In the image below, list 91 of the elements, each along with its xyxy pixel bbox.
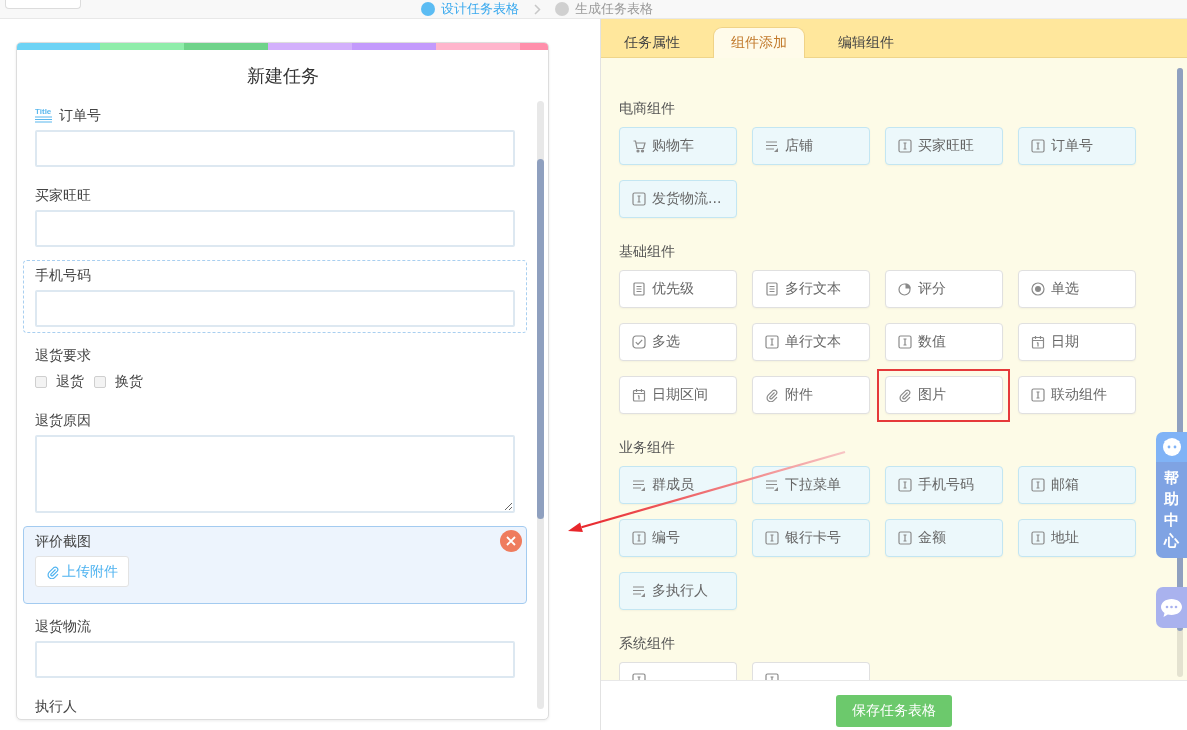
component-button[interactable]: 下拉菜单 (752, 466, 870, 504)
field-label: 买家旺旺 (35, 186, 91, 205)
close-icon[interactable] (500, 530, 522, 552)
text-field-icon (765, 673, 779, 680)
checkbox-label[interactable]: 退货 (56, 373, 84, 391)
component-button[interactable]: 多选 (619, 323, 737, 361)
text-field-icon (898, 335, 912, 349)
list-icon (632, 584, 646, 598)
toolbar-button[interactable] (5, 0, 81, 9)
component-button[interactable] (619, 662, 737, 680)
component-button[interactable]: 编号 (619, 519, 737, 557)
component-button[interactable]: 发货物流... (619, 180, 737, 218)
text-field-icon (1031, 478, 1045, 492)
text-input[interactable] (35, 641, 515, 678)
section-title: 业务组件 (619, 438, 675, 457)
component-button[interactable]: 评分 (885, 270, 1003, 308)
component-button[interactable]: 图片 (885, 376, 1003, 414)
form-field[interactable]: 手机号码 (23, 260, 527, 333)
textarea-input[interactable] (35, 435, 515, 513)
field-label: 评价截图 (35, 532, 91, 551)
component-button[interactable]: 日期 (1018, 323, 1136, 361)
component-button[interactable]: 多行文本 (752, 270, 870, 308)
list-icon (632, 478, 646, 492)
checkbox-icon (632, 335, 646, 349)
checkbox-label[interactable]: 换货 (115, 373, 143, 391)
component-button[interactable]: 手机号码 (885, 466, 1003, 504)
section-title: 系统组件 (619, 634, 675, 653)
text-field-icon (1031, 388, 1045, 402)
chat-button[interactable] (1156, 587, 1187, 628)
field-label: 退货要求 (35, 346, 91, 365)
checkbox[interactable] (94, 376, 106, 388)
section-title: 基础组件 (619, 242, 675, 261)
list-icon (765, 478, 779, 492)
paperclip-icon (898, 388, 912, 402)
text-field-icon (898, 139, 912, 153)
component-button[interactable]: 店铺 (752, 127, 870, 165)
robot-icon[interactable] (1156, 432, 1187, 462)
tab[interactable]: 组件添加 (713, 27, 805, 58)
text-input[interactable] (35, 130, 515, 167)
text-field-icon (898, 531, 912, 545)
field-label: 执行人 (35, 697, 77, 716)
component-button[interactable]: 数值 (885, 323, 1003, 361)
calendar-icon (632, 388, 646, 402)
text-field-icon (632, 192, 646, 206)
field-label: 订单号 (59, 106, 101, 125)
section-title: 电商组件 (619, 99, 675, 118)
text-field-icon (1031, 531, 1045, 545)
field-label: 退货物流 (35, 617, 91, 636)
document-icon (765, 282, 779, 296)
tab[interactable]: 编辑组件 (820, 27, 912, 58)
component-button[interactable]: 多执行人 (619, 572, 737, 610)
component-button[interactable]: 群成员 (619, 466, 737, 504)
component-button[interactable]: 单选 (1018, 270, 1136, 308)
list-icon (765, 139, 779, 153)
component-button[interactable]: 地址 (1018, 519, 1136, 557)
text-field-icon (632, 531, 646, 545)
chevron-icon (534, 3, 541, 15)
text-input[interactable] (35, 290, 515, 327)
form-field[interactable]: 评价截图 上传附件 (23, 526, 527, 604)
component-button[interactable]: 日期区间 (619, 376, 737, 414)
cart-icon (632, 139, 646, 153)
text-field-icon (765, 531, 779, 545)
form-title: 新建任务 (245, 64, 320, 88)
calendar-icon (1031, 335, 1045, 349)
component-button[interactable] (752, 662, 870, 680)
document-icon (632, 282, 646, 296)
component-button[interactable]: 附件 (752, 376, 870, 414)
component-button[interactable]: 买家旺旺 (885, 127, 1003, 165)
text-field-icon (898, 478, 912, 492)
component-button[interactable]: 联动组件 (1018, 376, 1136, 414)
component-button[interactable]: 订单号 (1018, 127, 1136, 165)
speech-bubble-icon (1160, 597, 1183, 618)
paperclip-icon (46, 564, 60, 579)
component-button[interactable]: 优先级 (619, 270, 737, 308)
text-input[interactable] (35, 210, 515, 247)
scrollbar-thumb[interactable] (537, 159, 544, 519)
pie-chart-icon (898, 282, 912, 296)
paperclip-icon (765, 388, 779, 402)
component-button[interactable]: 购物车 (619, 127, 737, 165)
field-label: 退货原因 (35, 411, 91, 430)
checkbox[interactable] (35, 376, 47, 388)
text-field-icon (765, 335, 779, 349)
text-field-icon (632, 673, 646, 680)
component-button[interactable]: 单行文本 (752, 323, 870, 361)
component-button[interactable]: 银行卡号 (752, 519, 870, 557)
text-field-icon (1031, 139, 1045, 153)
tab[interactable]: 任务属性 (606, 27, 698, 58)
component-button[interactable]: 金额 (885, 519, 1003, 557)
component-button[interactable]: 邮箱 (1018, 466, 1136, 504)
field-label: 手机号码 (35, 266, 91, 285)
radio-icon (1031, 282, 1045, 296)
